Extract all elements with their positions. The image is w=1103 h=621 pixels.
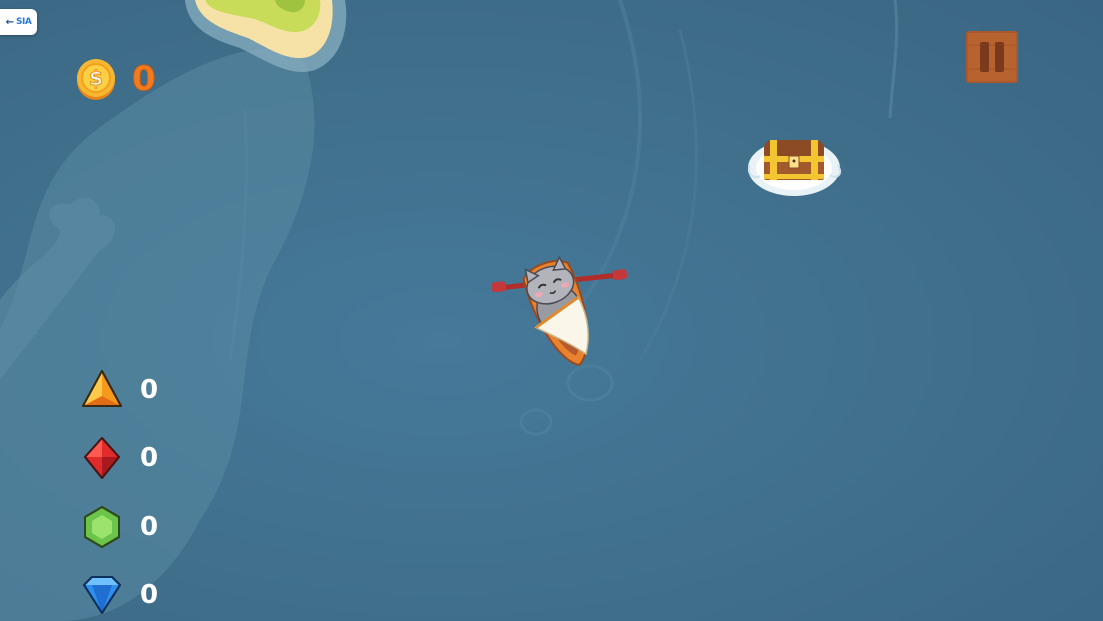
- coin-counter: $ 0: [75, 58, 156, 100]
- gem-count: 0: [140, 580, 159, 610]
- svg-text:$: $: [89, 66, 103, 90]
- gem-counter-red: 0: [80, 436, 158, 480]
- gem-count: 0: [140, 443, 159, 473]
- back-arrow-icon: ←: [5, 16, 15, 28]
- pause-button[interactable]: [966, 31, 1018, 83]
- back-button[interactable]: ← SIA: [0, 9, 37, 35]
- gem-count: 0: [140, 512, 159, 542]
- green-hexagon-gem-icon: [84, 506, 120, 548]
- island: [185, 0, 347, 72]
- blue-diamond-gem-icon: [83, 576, 121, 614]
- game-scene: [0, 0, 1103, 621]
- treasure-chest[interactable]: [744, 128, 846, 200]
- gem-count: 0: [140, 375, 159, 405]
- coin-count: 0: [132, 59, 157, 99]
- orange-triangle-gem-icon: [82, 370, 122, 407]
- cat-in-rowboat: [491, 255, 628, 367]
- gem-counter-orange: 0: [80, 368, 158, 412]
- gem-counter-green: 0: [80, 505, 158, 549]
- gem-counter-blue: 0: [80, 573, 158, 617]
- brand-logo: SIA: [16, 17, 32, 27]
- red-diamond-gem-icon: [84, 437, 120, 479]
- coin-icon: $: [77, 59, 115, 100]
